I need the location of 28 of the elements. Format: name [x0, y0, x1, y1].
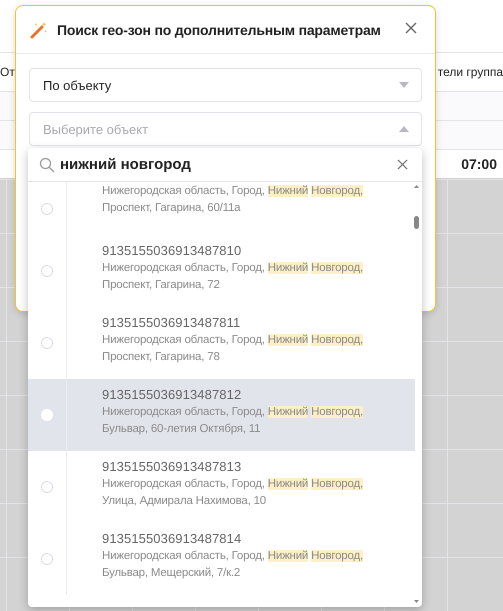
radio-button[interactable] [41, 553, 53, 565]
magic-wand-icon [30, 20, 48, 38]
caret-icon [399, 82, 409, 88]
radio-button[interactable] [41, 265, 53, 277]
radio-button[interactable] [41, 337, 53, 349]
close-icon[interactable] [405, 22, 417, 34]
radio-button[interactable] [41, 202, 53, 214]
search-icon [39, 156, 55, 172]
dialog-title: Поиск гео-зон по дополнительным параметрам [57, 22, 382, 38]
time-label: 07:00 [461, 156, 497, 172]
clear-icon[interactable] [397, 159, 408, 170]
list-item[interactable]: 9135155036913487812 Нижегородская область, Город, Нижний Новгород, Бульвар, 60-летия Октября, 11 [28, 379, 415, 451]
object-address: Нижегородская область, Город, Нижний Новгород, Бульвар, 60-летия Октября, 11 [102, 405, 364, 437]
mode-select[interactable]: По объекту [29, 68, 422, 102]
object-address: Нижегородская область, Город, Нижний Новгород, Бульвар, Мещерский, 7/к.2 [102, 549, 364, 581]
object-number: 9135155036913487810 [102, 243, 242, 258]
radio-button[interactable] [41, 481, 53, 493]
object-number: 9135155036913487811 [102, 315, 242, 330]
object-address: Нижегородская область, Город, Нижний Новгород, Проспект, Гагарина, 60/11а [102, 184, 364, 216]
object-number: 9135155036913487813 [102, 459, 242, 474]
column-header: От [0, 65, 15, 79]
object-address: Нижегородская область, Город, Нижний Новгород, Проспект, Гагарина, 72 [102, 261, 364, 293]
object-address: Нижегородская область, Город, Нижний Новгород, Улица, Адмирала Нахимова, 10 [102, 477, 364, 509]
object-number: 9135155036913487814 [102, 531, 242, 546]
column-header: тели группа [438, 65, 503, 79]
object-number: 9135155036913487812 [102, 387, 242, 402]
object-address: Нижегородская область, Город, Нижний Новгород, Проспект, Гагарина, 78 [102, 333, 364, 365]
caret-icon [399, 126, 409, 132]
